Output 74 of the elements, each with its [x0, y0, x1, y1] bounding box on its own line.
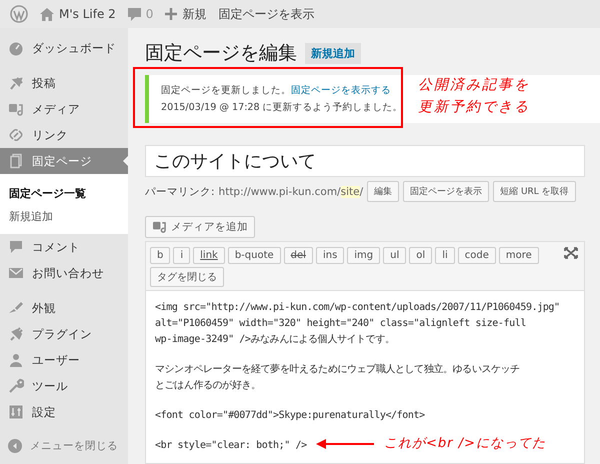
speech-bubble-icon[interactable] — [128, 8, 141, 20]
sidebar-item[interactable]: コメント — [0, 234, 128, 260]
home-icon[interactable] — [40, 8, 54, 20]
media-icon — [8, 101, 24, 117]
quicktag-button[interactable]: ul — [383, 247, 406, 264]
code-line: wp-image-3249" />みなみんによる個人サイトです。 — [155, 333, 395, 347]
sidebar-item[interactable]: ユーザー — [0, 347, 128, 373]
quicktag-button[interactable]: i — [173, 247, 190, 264]
left-arrow-circle-icon — [8, 439, 22, 453]
code-line: <br style="clear: both;" /> — [155, 439, 307, 453]
sidebar-item[interactable]: 固定ページ — [0, 148, 128, 174]
annotation-note: 公開済み記事を — [418, 76, 530, 95]
quicktag-button[interactable]: code — [458, 247, 496, 264]
content-textarea[interactable] — [145, 291, 585, 464]
pin-icon — [8, 75, 24, 91]
wrench-icon — [8, 378, 24, 394]
new-menu-link[interactable]: 新規 — [182, 6, 206, 22]
code-line: alt="P1060459" width="320" height="240" class="alignleft size-full — [155, 317, 526, 331]
view-page-link[interactable]: 固定ページを表示 — [218, 6, 314, 22]
annotation-note: これが<br />になってた — [384, 435, 546, 452]
notice-message: 固定ページを更新しました。固定ページを表示する — [161, 84, 391, 98]
sidebar-item[interactable]: ダッシュボード — [0, 35, 128, 61]
permalink-button[interactable]: 固定ページを表示 — [403, 181, 490, 202]
gauge-icon — [8, 40, 24, 56]
envelope-icon — [8, 265, 24, 281]
user-icon — [8, 352, 24, 368]
add-media-button[interactable]: メディアを追加 — [145, 216, 255, 238]
submenu-item[interactable]: 新規追加 — [0, 205, 128, 228]
fullscreen-icon[interactable] — [564, 247, 578, 259]
plus-icon[interactable] — [165, 8, 178, 20]
permalink-button[interactable]: 編集 — [367, 181, 400, 202]
sidebar-item[interactable]: メディア — [0, 96, 128, 122]
permalink-url: http://www.pi-kun.com/site/ — [218, 186, 364, 198]
quicktag-button[interactable]: li — [435, 247, 455, 264]
quicktag-button[interactable]: ins — [316, 247, 344, 264]
sidebar-item[interactable]: 設定 — [0, 399, 128, 425]
collapse-menu-button[interactable]: メニューを閉じる — [0, 434, 128, 458]
permalink-label: パーマリンク: — [145, 184, 215, 198]
annotation-note: 更新予約できる — [418, 98, 530, 117]
pages-icon — [8, 153, 24, 169]
code-line: <font color="#0077dd">Skype:purenaturally</font> — [155, 409, 425, 423]
media-icon — [152, 220, 167, 234]
sidebar-item[interactable]: プラグイン — [0, 321, 128, 347]
annotation-arrow — [316, 438, 374, 450]
sidebar-item[interactable]: 投稿 — [0, 70, 128, 96]
quicktag-button[interactable]: img — [347, 247, 380, 264]
quicktag-button[interactable]: タグを閉じる — [150, 267, 224, 287]
quicktag-button[interactable]: b — [150, 247, 170, 264]
link-icon — [8, 127, 24, 143]
sliders-icon — [8, 404, 24, 420]
site-name-link[interactable]: M's Life 2 — [59, 7, 116, 21]
view-page-link[interactable]: 固定ページを表示する — [291, 85, 391, 96]
title-field[interactable]: このサイトについて — [145, 145, 585, 177]
plug-icon — [8, 326, 24, 342]
wordpress-logo-icon[interactable] — [10, 5, 28, 23]
speech-bubble-icon — [8, 239, 24, 255]
code-line: とごはん作るのが好き。 — [155, 379, 261, 393]
permalink-button[interactable]: 短縮 URL を取得 — [493, 181, 576, 202]
page-heading: 固定ページを編集 — [145, 41, 297, 66]
brush-icon — [8, 300, 24, 316]
code-line: <img src="http://www.pi-kun.com/wp-content/uploads/2007/11/P1060459.jpg" — [155, 301, 560, 315]
code-line: マシンオペレーターを経て夢を叶えるためにウェブ職人として独立。ゆるいスケッチ — [155, 362, 520, 377]
quicktag-button[interactable]: b-quote — [228, 247, 281, 264]
sidebar-item[interactable]: リンク — [0, 122, 128, 148]
quicktag-button[interactable]: del — [284, 247, 313, 264]
quicktag-button[interactable]: more — [498, 247, 539, 264]
sidebar-item[interactable]: ツール — [0, 373, 128, 399]
quicktag-button[interactable]: ol — [409, 247, 432, 264]
sidebar-item[interactable]: お問い合わせ — [0, 260, 128, 286]
submenu-item[interactable]: 固定ページ一覧 — [0, 182, 128, 205]
sidebar-item[interactable]: 外観 — [0, 295, 128, 321]
notice-message: 2015/03/19 @ 17:28 に更新するよう予約しました。 — [161, 101, 403, 115]
add-new-button[interactable]: 新規追加 — [305, 42, 361, 64]
quicktag-button[interactable]: link — [193, 247, 225, 264]
